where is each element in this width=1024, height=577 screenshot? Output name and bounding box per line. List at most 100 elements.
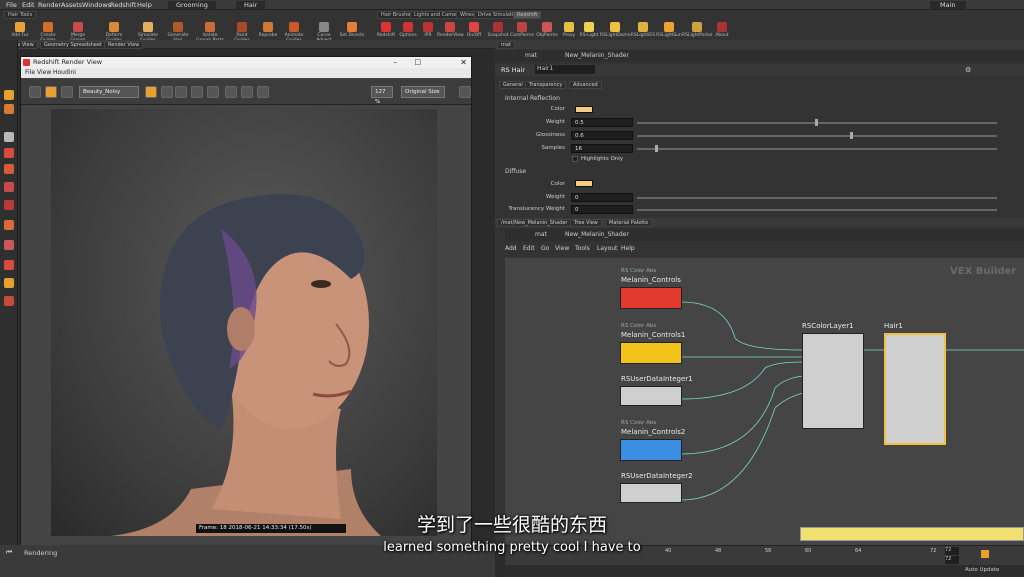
node-melanin-controls[interactable] (620, 287, 682, 309)
translucency-field[interactable]: 0 (571, 205, 633, 214)
glossiness-knob[interactable] (850, 132, 853, 139)
tab-advanced[interactable]: Advanced (569, 81, 602, 89)
weight-knob[interactable] (815, 119, 818, 126)
rs-tool-options[interactable]: Options (397, 22, 419, 38)
pose-icon[interactable] (4, 148, 14, 158)
node-rscolorlayer1[interactable] (802, 333, 864, 429)
brush-icon[interactable] (4, 164, 14, 174)
node-userdata-integer2[interactable] (620, 483, 682, 503)
transform-icon[interactable] (4, 104, 14, 114)
translucency-slider[interactable] (637, 209, 997, 211)
tool-set-directs[interactable]: Set Directs (338, 22, 366, 38)
rs-tool-snapshot[interactable]: Snapshot (485, 22, 511, 38)
zoom-field[interactable]: 127 % (371, 86, 393, 105)
net-menu-view[interactable]: View (555, 245, 569, 252)
region-icon[interactable] (161, 86, 173, 98)
rv-menu-view[interactable]: View (37, 68, 51, 78)
menu-file[interactable]: File (6, 1, 17, 9)
minimize-icon[interactable]: – (394, 57, 398, 68)
tab-material-palette[interactable]: Material Palette (605, 219, 653, 227)
desktop-selector[interactable]: Grooming (168, 1, 216, 9)
shelf-tab-hair-tools[interactable]: Hair Tools (4, 11, 37, 19)
highlight-tool-icon[interactable] (4, 278, 14, 288)
magnet-icon[interactable] (4, 200, 14, 210)
glossiness-field[interactable]: 0.6 (571, 131, 633, 140)
handle-icon[interactable] (4, 132, 14, 142)
diffuse-color-swatch[interactable] (575, 180, 593, 187)
rs-tool-rslight[interactable]: RS-Light (578, 22, 600, 38)
rs-tool-lightsun[interactable]: RSLightSun (656, 22, 682, 38)
tab-tree-view[interactable]: Tree View (570, 219, 602, 227)
diffuse-weight-field[interactable]: 0 (571, 193, 633, 202)
rv-menu-houdini[interactable]: Houdini (53, 68, 76, 78)
samples-knob[interactable] (655, 145, 658, 152)
net-menu-layout[interactable]: Layout (597, 245, 617, 252)
rs-tool-renderview[interactable]: RenderView (437, 22, 464, 38)
node-melanin-controls2[interactable] (620, 439, 682, 461)
param-path-node[interactable]: New_Melanin_Shader (565, 52, 629, 59)
ipr-toggle-icon[interactable] (45, 86, 57, 98)
snap-icon[interactable] (4, 260, 14, 270)
menu-windows[interactable]: Windows (82, 1, 111, 9)
tab-general[interactable]: General (499, 81, 527, 89)
menu-redshift[interactable]: Redshift (110, 1, 136, 9)
grid-view-icon[interactable] (191, 86, 203, 98)
close-icon[interactable]: ✕ (460, 57, 467, 68)
end-frame-field-2[interactable]: 72 (945, 556, 959, 564)
rs-tool-objparms[interactable]: ObjParms (535, 22, 559, 38)
glossiness-slider[interactable] (637, 135, 997, 137)
gear-icon[interactable]: ⚙ (965, 66, 971, 74)
rs-tool-redshift[interactable]: Redshift (375, 22, 397, 38)
net-menu-edit[interactable]: Edit (523, 245, 535, 252)
node-userdata-integer1[interactable] (620, 386, 682, 406)
node-melanin-controls1[interactable] (620, 342, 682, 364)
rs-tool-ipr[interactable]: IPR (419, 22, 437, 38)
shelf-tab-redshift[interactable]: Redshift (513, 11, 542, 19)
aov-dropdown[interactable]: Beauty_Noisy (79, 86, 139, 98)
highlights-only-checkbox[interactable] (572, 156, 578, 162)
tab-network-path[interactable]: /mat/New_Melanin_Shader (497, 219, 572, 227)
rs-tool-camparms[interactable]: CamParms (509, 22, 535, 38)
network-path-node[interactable]: New_Melanin_Shader (565, 231, 629, 238)
fit-dropdown[interactable]: Original Size (401, 86, 445, 98)
settings-gear-icon[interactable] (459, 86, 471, 98)
network-path-mat[interactable]: mat (535, 231, 547, 238)
node-name-field[interactable]: Hair1 (535, 65, 595, 74)
tool-reprobe[interactable]: Reprobe (254, 22, 282, 38)
rs-tool-onoff[interactable]: On/Off (463, 22, 485, 38)
rv-menu-file[interactable]: File (25, 68, 35, 78)
snapshot-view-icon[interactable] (257, 86, 269, 98)
tab-render-view[interactable]: Render View (104, 41, 144, 49)
compare-icon[interactable] (207, 86, 219, 98)
rs-tool-lightdome[interactable]: RSLightDome (600, 22, 631, 38)
pin-icon[interactable] (241, 86, 253, 98)
menu-help[interactable]: Help (137, 1, 152, 9)
diffuse-weight-slider[interactable] (637, 197, 997, 199)
context-selector[interactable]: Hair (236, 1, 266, 9)
rs-tool-proxy[interactable]: Proxy (559, 22, 579, 38)
net-menu-add[interactable]: Add (505, 245, 517, 252)
net-menu-help[interactable]: Help (621, 245, 635, 252)
view-icon[interactable] (4, 220, 14, 230)
rs-tool-lighties[interactable]: RSLightIES (630, 22, 656, 38)
menu-assets[interactable]: Assets (61, 1, 82, 9)
tool-add-fur[interactable]: Add Fur (6, 22, 34, 38)
weight-field[interactable]: 0.5 (571, 118, 633, 127)
rs-tool-lightportal[interactable]: RSLightPortal (682, 22, 712, 38)
select-icon[interactable] (4, 90, 14, 100)
lock-icon[interactable] (225, 86, 237, 98)
grid-icon[interactable] (4, 296, 14, 306)
desktop-right-selector[interactable]: Main (930, 1, 966, 9)
rs-tool-about[interactable]: About (712, 22, 732, 38)
render-icon[interactable] (29, 86, 41, 98)
refresh-icon[interactable] (61, 86, 73, 98)
bucket-icon[interactable] (145, 86, 157, 98)
crop-icon[interactable] (175, 86, 187, 98)
samples-field[interactable]: 16 (571, 144, 633, 153)
display-icon[interactable] (4, 240, 14, 250)
net-menu-tools[interactable]: Tools (575, 245, 590, 252)
color-swatch[interactable] (575, 106, 593, 113)
tab-geometry-spreadsheet[interactable]: Geometry Spreadsheet (40, 41, 107, 49)
tab-transparency[interactable]: Transparency (525, 81, 567, 89)
maximize-icon[interactable]: □ (414, 57, 421, 68)
